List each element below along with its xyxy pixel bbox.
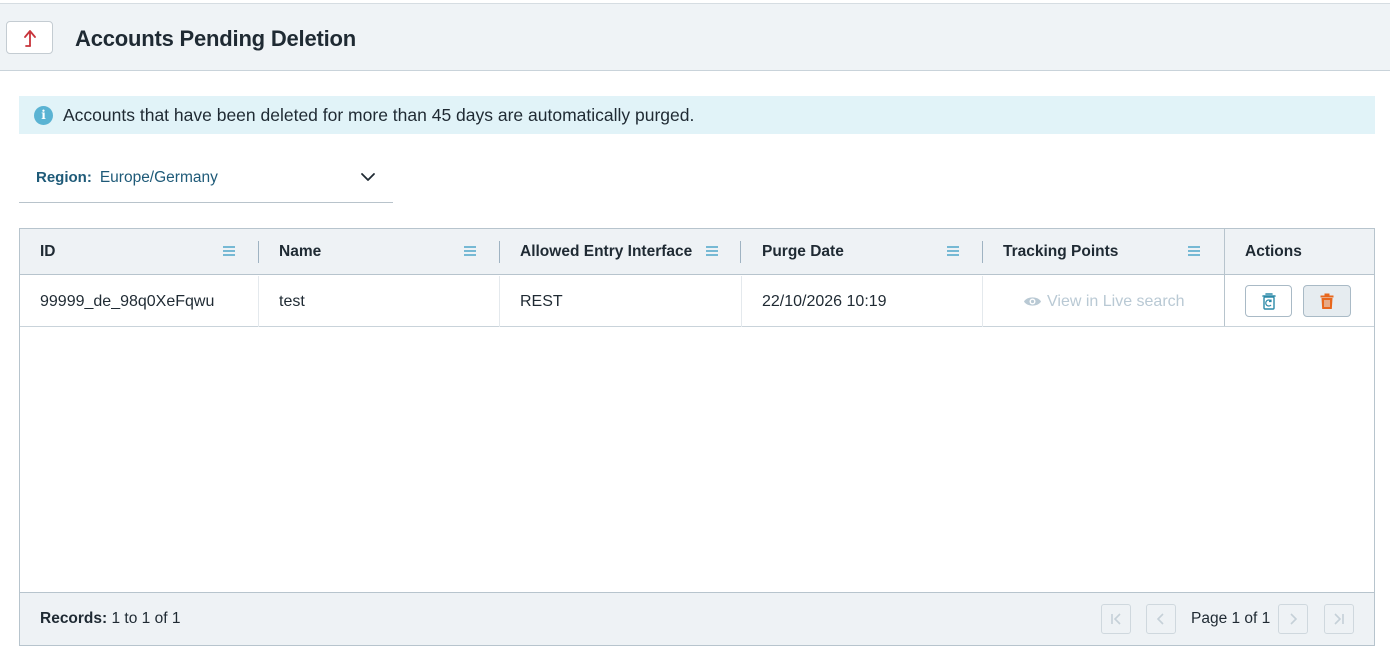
table-footer: Records: 1 to 1 of 1 Page 1 of 1 xyxy=(20,592,1374,645)
records-summary: Records: 1 to 1 of 1 xyxy=(40,610,180,628)
cell-divider xyxy=(741,276,742,327)
column-header-actions: Actions xyxy=(1245,243,1302,260)
last-page-button[interactable] xyxy=(1324,604,1354,634)
info-icon: i xyxy=(34,105,53,125)
chevron-down-icon xyxy=(361,173,375,181)
cell-id: 99999_de_98q0XeFqwu xyxy=(40,292,215,310)
region-select[interactable]: Region: Europe/Germany xyxy=(19,153,393,203)
chevron-right-icon xyxy=(1290,613,1298,625)
column-menu-icon[interactable] xyxy=(705,244,719,258)
records-label: Records: xyxy=(40,610,108,627)
column-header-purge-date[interactable]: Purge Date xyxy=(762,229,844,275)
cell-purge-date: 22/10/2026 10:19 xyxy=(762,292,887,310)
column-menu-icon[interactable] xyxy=(1187,244,1201,258)
records-value: 1 to 1 of 1 xyxy=(111,610,181,627)
chevron-left-icon xyxy=(1156,613,1164,625)
restore-button[interactable] xyxy=(1245,285,1292,317)
column-header-id[interactable]: ID xyxy=(40,229,56,275)
info-banner: i Accounts that have been deleted for mo… xyxy=(19,96,1375,134)
column-divider[interactable] xyxy=(982,241,983,263)
trash-icon xyxy=(1320,293,1334,309)
column-header-name[interactable]: Name xyxy=(279,229,321,275)
column-divider[interactable] xyxy=(258,241,259,263)
column-menu-icon[interactable] xyxy=(463,244,477,258)
cell-divider xyxy=(258,276,259,327)
previous-page-button[interactable] xyxy=(1146,604,1176,634)
info-banner-text: Accounts that have been deleted for more… xyxy=(63,104,695,125)
page-indicator: Page 1 of 1 xyxy=(1191,610,1271,627)
view-live-search-label: View in Live search xyxy=(1047,292,1185,310)
table-header: ID Name Allowed Entry Interface Purge Da… xyxy=(20,229,1374,275)
delete-button[interactable] xyxy=(1303,285,1351,317)
view-live-search-link[interactable]: View in Live search xyxy=(1023,276,1185,327)
next-page-button[interactable] xyxy=(1278,604,1308,634)
cell-interface: REST xyxy=(520,292,563,310)
column-menu-icon[interactable] xyxy=(222,244,236,258)
table-row[interactable]: 99999_de_98q0XeFqwu test REST 22/10/2026… xyxy=(20,276,1374,327)
cell-name: test xyxy=(279,292,305,310)
region-label: Region: xyxy=(36,169,92,186)
column-header-tracking[interactable]: Tracking Points xyxy=(1003,229,1118,275)
region-value: Europe/Germany xyxy=(99,168,218,186)
eye-icon xyxy=(1024,297,1041,306)
column-menu-icon[interactable] xyxy=(946,244,960,258)
column-divider[interactable] xyxy=(740,241,741,263)
cell-divider xyxy=(982,276,983,327)
column-header-interface[interactable]: Allowed Entry Interface xyxy=(520,229,692,275)
first-page-icon xyxy=(1111,613,1121,625)
page-title: Accounts Pending Deletion xyxy=(75,26,357,51)
cell-divider xyxy=(499,276,500,327)
back-button[interactable] xyxy=(6,21,53,54)
restore-icon xyxy=(1261,292,1276,310)
last-page-icon xyxy=(1334,613,1344,625)
back-arrow-icon xyxy=(23,29,36,47)
first-page-button[interactable] xyxy=(1101,604,1131,634)
page-header: Accounts Pending Deletion xyxy=(0,3,1390,71)
accounts-table: ID Name Allowed Entry Interface Purge Da… xyxy=(19,228,1375,646)
column-divider[interactable] xyxy=(499,241,500,263)
